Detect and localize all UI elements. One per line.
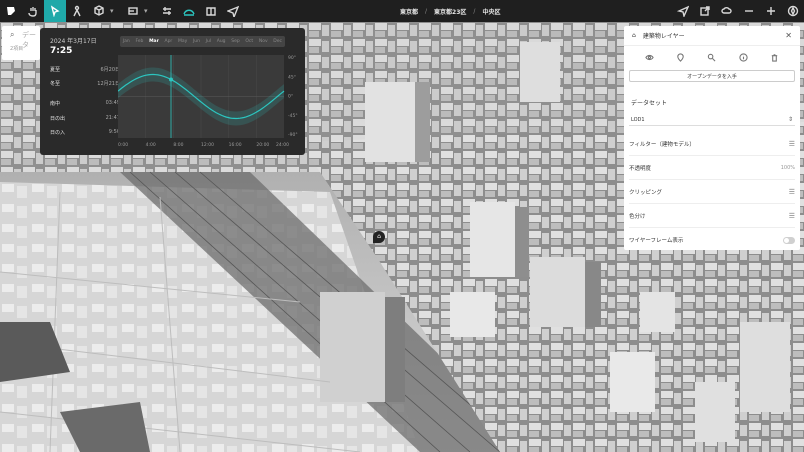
toolbar-right-group <box>672 0 804 22</box>
dataset-select[interactable]: LOD1 ⇕ <box>629 114 795 126</box>
x-tick-label: 20:00 <box>256 142 269 148</box>
month-jun[interactable]: Jun <box>193 39 200 44</box>
chevron-down-icon[interactable]: ▾ <box>144 7 156 15</box>
clipping-row[interactable]: クリッピング ☰ <box>629 180 795 204</box>
month-dec[interactable]: Dec <box>273 39 282 44</box>
eye-icon[interactable] <box>645 53 654 62</box>
sun-time[interactable]: 7:25 <box>50 46 72 56</box>
dataset-label: データセット <box>631 100 668 107</box>
y-tick-label: 45° <box>288 74 296 80</box>
sun-shadow-button[interactable] <box>178 0 200 22</box>
close-icon[interactable]: ✕ <box>785 31 792 40</box>
y-tick-label: 0° <box>288 94 293 100</box>
search-input[interactable]: データ <box>22 30 40 50</box>
month-feb[interactable]: Feb <box>135 39 143 44</box>
x-tick-label: 24:00 <box>276 142 289 148</box>
month-nov[interactable]: Nov <box>259 39 268 44</box>
month-apr[interactable]: Apr <box>164 39 172 44</box>
search-icon[interactable] <box>707 53 716 62</box>
sun-elevation-chart[interactable]: 0:00 4:00 8:00 12:00 16:00 20:00 24:00 90° 45° 0… <box>118 55 302 151</box>
chevron-updown-icon: ⇕ <box>787 116 793 123</box>
sun-row-sunrise: 日の出 21:47 <box>50 115 120 122</box>
x-tick-label: 12:00 <box>201 142 214 148</box>
select-tool-button[interactable] <box>44 0 66 22</box>
tune-icon[interactable]: ☰ <box>789 188 795 196</box>
tune-icon[interactable]: ☰ <box>789 140 795 148</box>
y-tick-label: 90° <box>288 55 296 61</box>
wireframe-toggle[interactable] <box>783 236 795 244</box>
book-icon-button[interactable] <box>200 0 222 22</box>
month-sep[interactable]: Sep <box>231 39 239 44</box>
export-icon[interactable] <box>694 0 716 22</box>
trash-icon[interactable] <box>770 53 779 62</box>
pedestrian-tool-button[interactable] <box>66 0 88 22</box>
tune-icon[interactable]: ☰ <box>789 212 795 220</box>
month-aug[interactable]: Aug <box>217 39 226 44</box>
month-mar[interactable]: Mar <box>149 39 159 44</box>
hand-tool-button[interactable] <box>22 0 44 22</box>
dataset-value: LOD1 <box>631 116 645 123</box>
month-may[interactable]: May <box>178 39 187 44</box>
search-box[interactable]: ⌕ データ 2項目 <box>2 26 40 60</box>
info-icon[interactable] <box>739 52 748 62</box>
get-open-data-button[interactable]: オープンデータを入手 <box>629 70 795 82</box>
zoom-in-icon[interactable] <box>760 0 782 22</box>
building-layer-icon: ⌂ <box>632 32 636 39</box>
x-tick-label: 0:00 <box>118 142 128 148</box>
cube-tool-button[interactable] <box>88 0 110 22</box>
compass-icon[interactable] <box>782 0 804 22</box>
y-tick-label: -45° <box>288 113 298 119</box>
month-jan[interactable]: Jan <box>123 39 130 44</box>
search-result-count: 2項目 <box>10 46 24 52</box>
sun-position-marker[interactable] <box>169 77 173 82</box>
sun-row-sunset: 日の入 9:50 <box>50 129 120 136</box>
building-layer-panel: ⌂ 建築物レイヤー ✕ オープンデータを入手 データセット LOD1 ⇕ フィル… <box>624 26 800 250</box>
cloud-icon[interactable] <box>716 0 738 22</box>
y-tick-label: -90° <box>288 132 298 138</box>
sun-row-summer-solstice: 夏至 6月20日 <box>50 67 120 73</box>
zoom-out-icon[interactable] <box>738 0 760 22</box>
pin-icon[interactable] <box>676 52 685 62</box>
color-coding-row[interactable]: 色分け ☰ <box>629 204 795 228</box>
search-icon: ⌕ <box>10 30 15 39</box>
breadcrumb: 東京都 / 東京都23区 / 中央区 <box>400 0 500 22</box>
month-jul[interactable]: Jul <box>206 39 211 44</box>
map-pin-icon[interactable]: ⌂ <box>373 231 385 243</box>
x-tick-label: 4:00 <box>146 142 156 148</box>
breadcrumb-separator: / <box>425 7 428 15</box>
sketch-tool-button[interactable] <box>122 0 144 22</box>
month-selector[interactable]: Jan Feb Mar Apr May Jun Jul Aug Sep Oct Nov Dec <box>120 36 285 47</box>
layer-panel-header: ⌂ 建築物レイヤー ✕ <box>624 26 800 46</box>
month-oct[interactable]: Oct <box>245 39 253 44</box>
opacity-row[interactable]: 不透明度 100% <box>629 156 795 180</box>
top-toolbar: ▾ ▾ 東京都 / 東京都23区 / 中央区 <box>0 0 804 22</box>
location-icon[interactable] <box>672 0 694 22</box>
wireframe-row[interactable]: ワイヤーフレーム表示 <box>629 228 795 252</box>
layer-panel-title: 建築物レイヤー <box>642 33 685 40</box>
sliders-button[interactable] <box>156 0 178 22</box>
x-tick-label: 16:00 <box>229 142 242 148</box>
breadcrumb-wards[interactable]: 東京都23区 <box>434 7 466 16</box>
breadcrumb-separator: / <box>473 7 476 15</box>
sun-date[interactable]: 2024 年3月17日 <box>50 36 97 45</box>
chevron-down-icon[interactable]: ▾ <box>110 7 122 15</box>
layer-action-icons <box>624 46 800 68</box>
sun-row-winter-solstice: 冬至 12月21日 <box>50 81 120 87</box>
sun-row-culmination: 南中 03:49 <box>50 100 120 107</box>
breadcrumb-ward[interactable]: 中央区 <box>482 7 500 16</box>
breadcrumb-prefecture[interactable]: 東京都 <box>400 7 418 16</box>
x-tick-label: 8:00 <box>173 142 183 148</box>
sun-shadow-panel: 2024 年3月17日 7:25 夏至 6月20日 冬至 12月21日 南中 03:4… <box>40 28 305 155</box>
app-logo-icon[interactable] <box>0 0 22 22</box>
share-send-button[interactable] <box>222 0 244 22</box>
filter-row[interactable]: フィルター（建物モデル） ☰ <box>629 132 795 156</box>
opacity-value: 100% <box>780 164 795 171</box>
